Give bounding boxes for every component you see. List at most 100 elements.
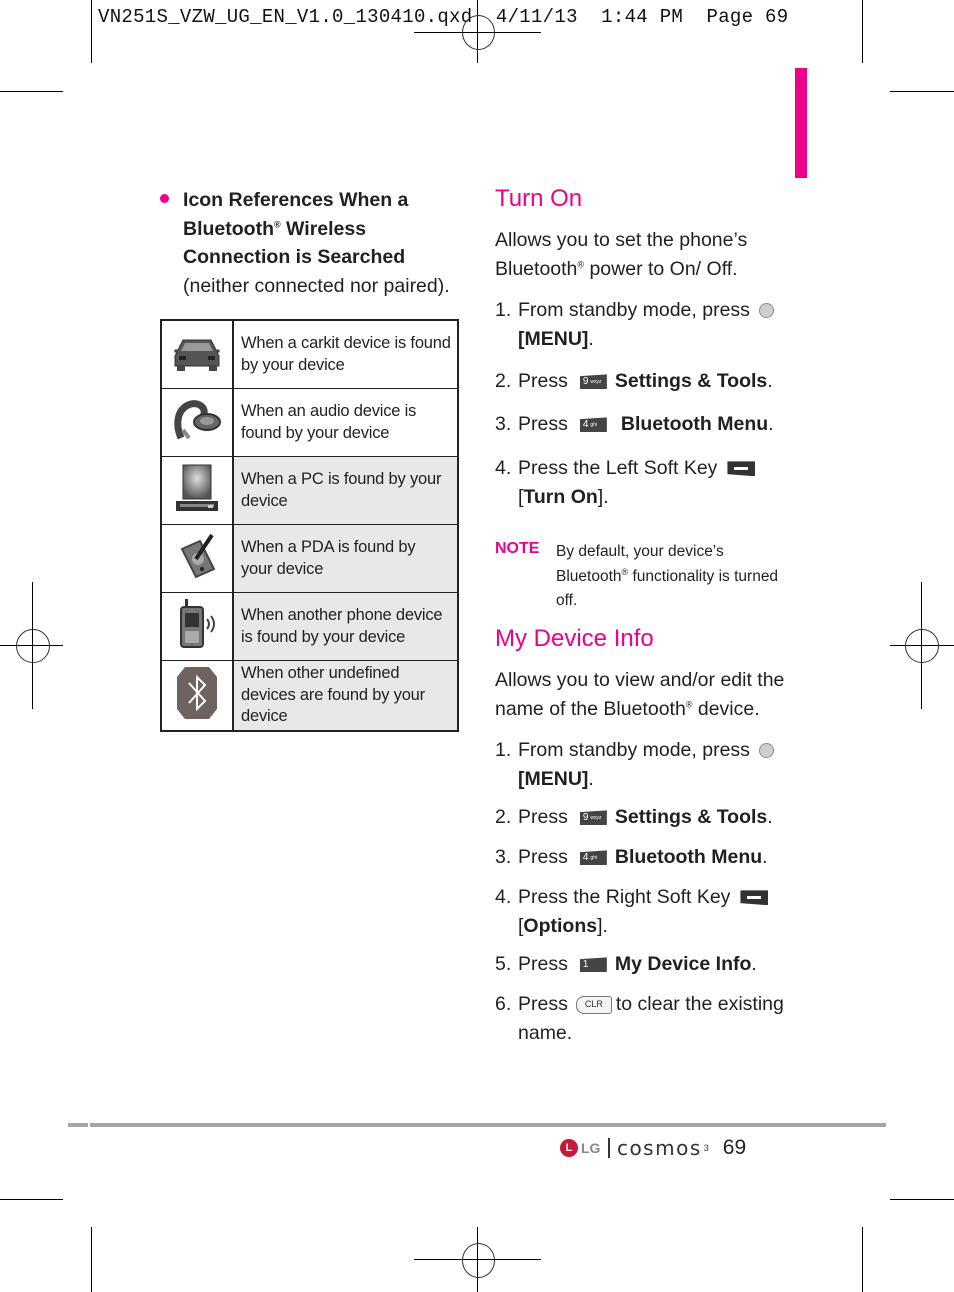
step-number: 4. — [495, 457, 512, 479]
bluetooth-icon-reference-table: When a carkit device is found by your de… — [160, 319, 459, 732]
registered-mark: ® — [273, 219, 281, 229]
turn-on-description: Allows you to set the phone’s Bluetooth®… — [495, 226, 805, 283]
step-text: name. — [518, 1021, 573, 1044]
description-line: Bluetooth — [495, 257, 578, 280]
menu-item-bluetooth-menu: Bluetooth Menu — [614, 846, 763, 868]
soft-key-action: Options — [523, 914, 598, 937]
turn-on-step-3: 3. Press 4 ghi Bluetooth Menu. — [495, 410, 805, 439]
my-device-step-1: 1. From standby mode, press [MENU]. — [495, 736, 805, 793]
description-line: device. — [692, 697, 760, 720]
step-text: From standby mode, press — [518, 299, 750, 321]
note-label: NOTE — [495, 540, 540, 557]
step-number: 4. — [495, 886, 512, 908]
turn-on-step-4: 4. Press the Left Soft Key [Turn On]. — [495, 454, 805, 511]
table-cell-description: When a PDA is found by your device — [233, 524, 458, 593]
step-text: Press — [518, 806, 568, 828]
section-tab-marker — [795, 68, 807, 178]
lg-logo-icon: L — [560, 1139, 578, 1157]
footer-rule — [68, 1123, 886, 1127]
note-line: off. — [556, 592, 578, 609]
step-text: Press — [518, 846, 568, 868]
table-row: When a PC is found by your device — [161, 456, 458, 525]
description-line: power to On/ Off. — [584, 257, 738, 280]
section-title-turn-on: Turn On — [495, 185, 583, 212]
crop-mark — [862, 0, 863, 63]
note-line: Bluetooth — [556, 567, 622, 585]
note-line: By default, your device’s — [556, 543, 724, 560]
crop-mark — [91, 1227, 92, 1292]
my-device-step-4: 4. Press the Right Soft Key [Options]. — [495, 883, 805, 940]
heading-line: Connection is Searched — [183, 246, 406, 268]
heading-subtext: (neither connected nor paired). — [183, 274, 450, 297]
menu-item-bluetooth-menu: Bluetooth Menu — [620, 413, 769, 435]
table-row: When an audio device is found by your de… — [161, 388, 458, 457]
note-text: By default, your device’s Bluetooth® fun… — [556, 540, 806, 614]
key-1-icon: 1 — [579, 957, 607, 973]
menu-item-my-device-info: My Device Info — [614, 953, 752, 975]
heading-line: Icon References When a — [183, 189, 409, 211]
table-cell-description: When a PC is found by your device — [233, 456, 458, 525]
footer-divider — [608, 1138, 610, 1158]
step-number: 6. — [495, 993, 512, 1015]
crop-mark — [862, 1227, 863, 1292]
table-cell-description: When a carkit device is found by your de… — [233, 319, 458, 389]
menu-item-settings-tools: Settings & Tools — [614, 370, 768, 392]
phone-icon — [161, 592, 234, 661]
registration-circle — [905, 629, 939, 663]
page-number: 69 — [722, 1136, 747, 1159]
section-title-my-device-info: My Device Info — [495, 625, 654, 652]
carkit-icon — [161, 319, 234, 389]
registration-circle — [16, 629, 50, 663]
ok-key-icon — [759, 743, 775, 759]
soft-key-action: Turn On — [523, 485, 598, 508]
step-number: 1. — [495, 299, 512, 321]
crop-mark — [91, 0, 92, 63]
step-number: 3. — [495, 846, 512, 868]
registration-circle — [462, 15, 495, 50]
ok-key-icon — [759, 303, 775, 319]
crop-mark — [0, 1199, 63, 1200]
my-device-info-description: Allows you to view and/or edit the name … — [495, 666, 805, 723]
table-row: When a PDA is found by your device — [161, 524, 458, 593]
crop-mark — [890, 91, 954, 92]
key-9-icon: 9 wxyz — [579, 374, 607, 390]
table-row: When a carkit device is found by your de… — [161, 319, 458, 389]
step-text: From standby mode, press — [518, 739, 750, 761]
registration-circle — [462, 1243, 495, 1278]
heading-line: Bluetooth — [183, 217, 274, 240]
pda-icon — [161, 524, 234, 593]
crop-mark — [0, 91, 63, 92]
key-9-icon: 9 wxyz — [579, 810, 607, 826]
table-cell-description: When an audio device is found by your de… — [233, 388, 458, 457]
table-cell-description: When another phone device is found by yo… — [233, 592, 458, 661]
step-number: 1. — [495, 739, 512, 761]
note-line: functionality is turned — [628, 567, 779, 585]
step-text: Press the Left Soft Key — [518, 457, 718, 479]
step-number: 2. — [495, 370, 512, 392]
menu-key-label: [MENU] — [518, 767, 589, 790]
table-row: When other undefined devices are found b… — [161, 660, 458, 731]
brand-name: LG — [581, 1140, 601, 1156]
menu-item-settings-tools: Settings & Tools — [614, 806, 768, 828]
icon-references-heading: Icon References When a Bluetooth® Wirele… — [160, 186, 460, 300]
menu-key-label: [MENU] — [518, 327, 589, 350]
left-soft-key-icon — [727, 461, 756, 477]
step-number: 5. — [495, 953, 512, 975]
audio-headset-icon — [161, 388, 234, 457]
my-device-step-6: 6. Press CLR to clear the existing name. — [495, 990, 805, 1047]
key-4-icon: 4 ghi — [579, 417, 607, 433]
right-soft-key-icon — [740, 890, 769, 906]
step-text: Press — [518, 993, 568, 1015]
print-slug: VN251S_VZW_UG_EN_V1.0_130410.qxd 4/11/13… — [98, 6, 789, 28]
turn-on-step-1: 1. From standby mode, press [MENU]. — [495, 296, 805, 353]
model-name: cosmos — [616, 1136, 702, 1160]
my-device-step-5: 5. Press 1 My Device Info. — [495, 950, 805, 979]
model-version: 3 — [703, 1143, 709, 1153]
step-text: Press the Right Soft Key — [518, 886, 731, 908]
crop-mark — [890, 1199, 954, 1200]
heading-line: Wireless — [280, 217, 367, 240]
pc-icon — [161, 456, 234, 525]
description-line: Allows you to set the phone’s — [495, 229, 748, 251]
description-line: name of the Bluetooth — [495, 697, 686, 720]
clr-key-icon: CLR — [575, 995, 612, 1014]
